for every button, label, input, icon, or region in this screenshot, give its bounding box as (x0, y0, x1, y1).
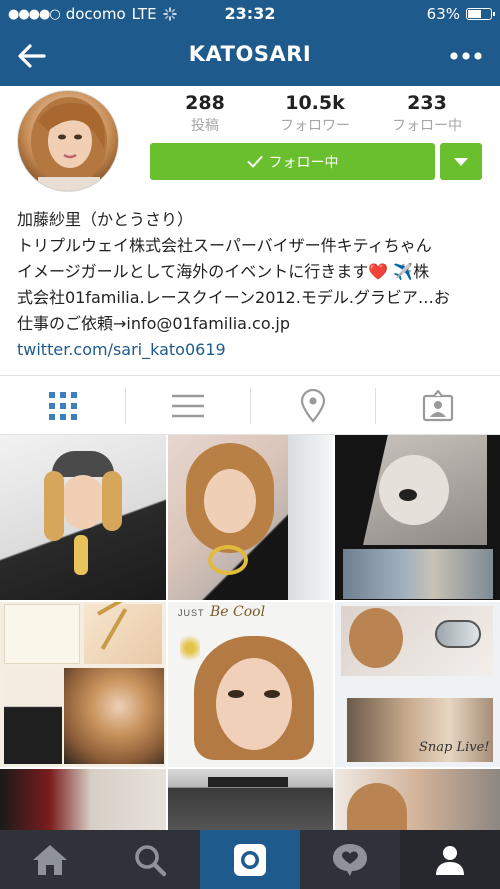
bottom-tab-bar (0, 830, 500, 889)
tab-home[interactable] (0, 830, 100, 889)
profile-bio: 加藤紗里（かとうさり） トリプルウェイ株式会社スーパーバイザー件キティちゃん イ… (17, 207, 487, 363)
tab-camera[interactable] (200, 830, 300, 889)
tab-profile[interactable] (400, 830, 500, 889)
camera-icon (234, 843, 266, 876)
page-title: KATOSARI (188, 42, 312, 66)
photo-thumbnail[interactable] (168, 769, 333, 830)
photo-thumbnail[interactable] (168, 435, 333, 600)
photo-script-text: Be Cool (210, 604, 266, 620)
bio-text: イメージガールとして海外のイベントに行きます (17, 262, 369, 281)
more-options-button[interactable] (446, 38, 486, 74)
suggested-users-dropdown-button[interactable] (440, 143, 482, 180)
profile-avatar[interactable] (17, 90, 119, 192)
bio-website-link[interactable]: twitter.com/sari_kato0619 (17, 337, 487, 363)
top-bar: ●●●●○ docomo LTE 23:32 63% KATOSARI (0, 0, 500, 86)
profile-view-tabs (0, 375, 500, 435)
red-heart-emoji: ❤️ (368, 262, 389, 281)
followers-label: フォロワー (280, 118, 350, 134)
airplane-emoji: ✈️ (393, 262, 414, 281)
list-view-icon (171, 394, 204, 418)
photo-thumbnail[interactable] (0, 769, 166, 830)
posts-count: 288 (185, 92, 225, 114)
following-button[interactable]: フォロー中 (150, 143, 435, 180)
following-button-label: フォロー中 (268, 154, 339, 171)
tab-list-view[interactable] (125, 376, 250, 436)
posts-label: 投稿 (191, 118, 219, 134)
tab-grid-view[interactable] (0, 376, 125, 436)
bio-line: 式会社01familia.レースクイーン2012.モデル.グラビア…お (17, 288, 450, 307)
checkmark-icon (247, 155, 262, 167)
photo-thumbnail[interactable]: JUST Be Cool (168, 602, 333, 767)
battery-icon (466, 8, 495, 20)
navigation-bar: KATOSARI (0, 28, 500, 86)
stat-following[interactable]: 233 フォロー中 (382, 92, 472, 135)
search-icon (135, 844, 167, 876)
profile-full-name: 加藤紗里（かとうさり） (17, 210, 194, 229)
photo-grid: JUST Be Cool Snap Live! (0, 435, 500, 830)
avatar-portrait (31, 97, 107, 191)
more-horizontal-icon (450, 52, 482, 60)
photo-thumbnail[interactable] (0, 435, 166, 600)
photo-script-text: Snap Live! (419, 740, 490, 755)
battery-percentage: 63% (426, 5, 460, 23)
followers-count: 10.5k (285, 92, 345, 114)
bio-line: イメージガールとして海外のイベントに行きます❤️ ✈️株 (17, 259, 487, 285)
home-icon (33, 844, 67, 875)
following-count: 233 (407, 92, 447, 114)
stat-posts[interactable]: 288 投稿 (160, 92, 250, 135)
bio-line: トリプルウェイ株式会社スーパーバイザー件キティちゃん (17, 236, 432, 255)
photo-thumbnail[interactable] (335, 769, 500, 830)
photo-thumbnail[interactable]: Snap Live! (335, 602, 500, 767)
photo-caption-text: JUST (178, 608, 205, 618)
photo-thumbnail[interactable] (335, 435, 500, 600)
profile-icon (436, 845, 464, 875)
stat-followers[interactable]: 10.5k フォロワー (270, 92, 360, 135)
bio-text: 株 (413, 262, 430, 281)
location-pin-icon (300, 389, 325, 423)
caret-down-icon (454, 158, 468, 166)
photo-thumbnail[interactable] (0, 602, 166, 767)
tagged-photos-icon (422, 390, 453, 422)
tab-map-view[interactable] (250, 376, 375, 436)
tab-tagged-photos[interactable] (375, 376, 500, 436)
tab-search[interactable] (100, 830, 200, 889)
grid-view-icon (48, 392, 77, 420)
tab-activity[interactable] (300, 830, 400, 889)
activity-heart-icon (333, 843, 367, 876)
bio-line: 仕事のご依頼→info@01familia.co.jp (17, 314, 291, 333)
following-label: フォロー中 (392, 118, 462, 134)
status-bar: ●●●●○ docomo LTE 23:32 63% (0, 0, 500, 28)
clock: 23:32 (224, 4, 276, 23)
